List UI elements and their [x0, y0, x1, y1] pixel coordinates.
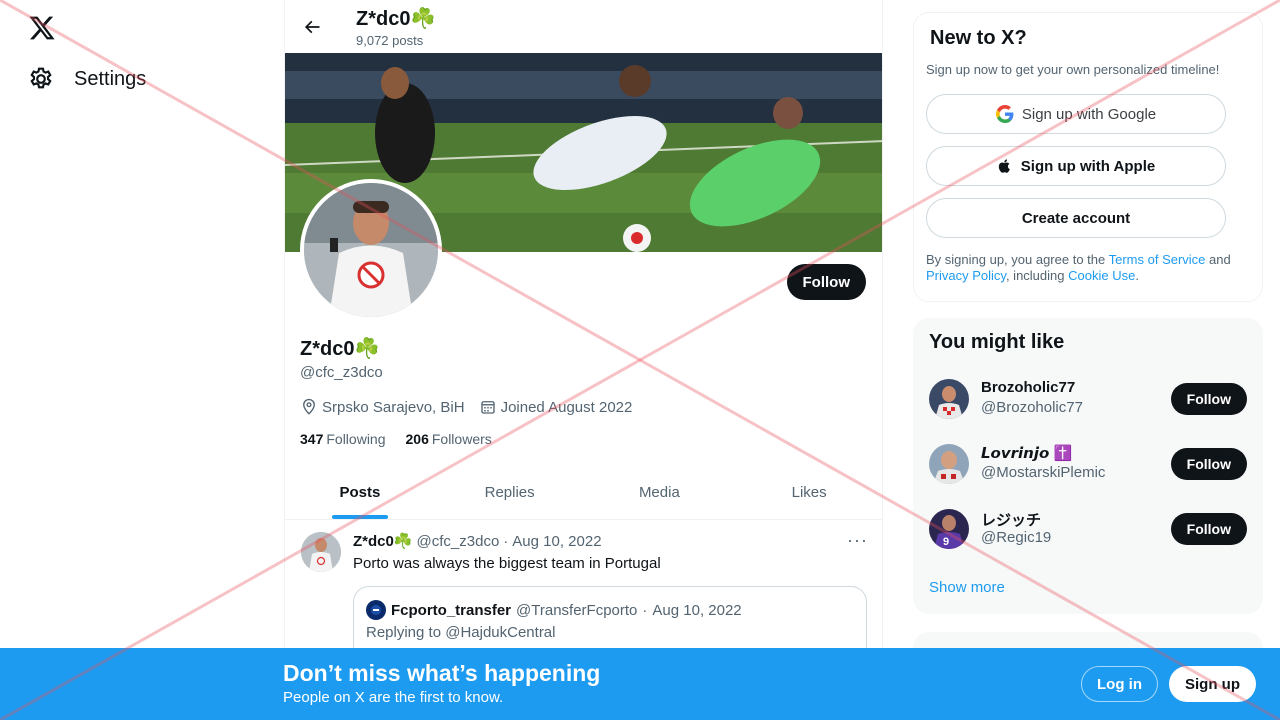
post-author-avatar[interactable] — [301, 532, 341, 572]
you-might-like-card: You might like Brozoholic77 @Brozoholic7… — [913, 318, 1263, 614]
quote-header: Fcporto_transfer @TransferFcporto · Aug … — [366, 600, 742, 620]
tab-posts[interactable]: Posts — [285, 466, 435, 519]
svg-text:9: 9 — [943, 536, 949, 548]
suggested-user[interactable]: 𝙇𝙤𝙫𝙧𝙞𝙣𝙟𝙤 ✝️ @MostarskiPlemic Follow — [913, 432, 1263, 497]
suggested-follow-button[interactable]: Follow — [1170, 448, 1247, 480]
legal-prefix: By signing up, you agree to the — [926, 252, 1109, 267]
tab-likes[interactable]: Likes — [734, 466, 882, 519]
profile-name: Z*dc0☘️ — [300, 338, 380, 360]
location-pin-icon — [303, 398, 315, 415]
suggested-avatar-photo — [929, 444, 969, 484]
profile-header-bar: Z*dc0☘️ 9,072 posts — [285, 0, 882, 53]
suggested-user[interactable]: 9 レジッチ @Regic19 Follow — [913, 497, 1263, 562]
legal-and: and — [1205, 252, 1231, 267]
suggested-user-avatar[interactable] — [929, 444, 969, 484]
following-link[interactable]: 347 Following — [300, 431, 386, 447]
terms-link[interactable]: Terms of Service — [1109, 252, 1206, 267]
create-account-button[interactable]: Create account — [926, 198, 1226, 238]
suggested-user-name: レジッチ — [981, 512, 1042, 529]
legal-including: , including — [1005, 268, 1069, 283]
following-label: Following — [326, 431, 386, 447]
post-date[interactable]: Aug 10, 2022 — [512, 533, 601, 550]
nav-settings[interactable]: Settings — [28, 66, 146, 92]
profile-location: Srpsko Sarajevo, BiH — [300, 398, 465, 416]
profile-handle: @cfc_z3dco — [300, 364, 383, 381]
signup-legal-text: By signing up, you agree to the Terms of… — [926, 252, 1256, 284]
signup-google-label: Sign up with Google — [1021, 105, 1157, 123]
bottom-signup-bar: Don’t miss what’s happening People on X … — [0, 648, 1280, 720]
legal-end: . — [1135, 268, 1139, 283]
signup-google-button[interactable]: Sign up with Google — [926, 94, 1226, 134]
google-icon — [995, 105, 1014, 123]
quote-separator: · — [642, 601, 648, 619]
cookie-link[interactable]: Cookie Use — [1068, 268, 1135, 283]
quote-author-name: Fcporto_transfer — [391, 601, 512, 619]
bottom-bar-subtitle: People on X are the first to know. — [283, 689, 504, 706]
profile-joined: Joined August 2022 — [479, 398, 633, 416]
suggested-user-handle: @Regic19 — [981, 529, 1052, 546]
following-count: 347 — [300, 431, 324, 447]
quote-author-handle: @TransferFcporto — [516, 601, 638, 619]
profile-meta: Srpsko Sarajevo, BiH Joined August 2022 — [300, 398, 632, 416]
signup-apple-button[interactable]: Sign up with Apple — [926, 146, 1226, 186]
nav-settings-label: Settings — [74, 67, 147, 90]
quote-author-avatar — [366, 600, 386, 620]
profile-tabs: Posts Replies Media Likes — [285, 466, 882, 520]
gear-icon — [30, 67, 52, 89]
calendar-icon — [480, 401, 495, 414]
quote-date: Aug 10, 2022 — [652, 601, 742, 619]
followers-link[interactable]: 206 Followers — [406, 431, 492, 447]
suggested-follow-button[interactable]: Follow — [1170, 383, 1247, 415]
signup-card: New to X? Sign up now to get your own pe… — [913, 12, 1263, 302]
post-header: Z*dc0☘️ @cfc_z3dco · Aug 10, 2022 — [353, 532, 602, 551]
profile-avatar[interactable] — [300, 179, 442, 321]
post-avatar-photo — [301, 532, 341, 572]
you-might-like-title: You might like — [929, 331, 1065, 353]
suggested-follow-button[interactable]: Follow — [1170, 513, 1247, 545]
followers-label: Followers — [431, 431, 492, 447]
follow-button[interactable]: Follow — [786, 264, 866, 300]
suggested-user-avatar[interactable]: 9 — [929, 509, 969, 549]
avatar-photo — [304, 183, 438, 317]
left-navigation: Settings — [0, 0, 284, 720]
arrow-left-icon — [304, 20, 320, 34]
followers-count: 206 — [405, 431, 429, 447]
post-text: Porto was always the biggest team in Por… — [353, 555, 661, 572]
back-button[interactable] — [299, 14, 325, 40]
more-options-icon[interactable]: ··· — [847, 530, 868, 551]
quote-replying-to: Replying to @HajdukCentral — [366, 624, 556, 641]
suggested-user-name: 𝙇𝙤𝙫𝙧𝙞𝙣𝙟𝙤 ✝️ — [981, 445, 1073, 462]
suggested-user-avatar[interactable] — [929, 379, 969, 419]
suggested-user-handle: @Brozoholic77 — [981, 399, 1083, 416]
suggested-user[interactable]: Brozoholic77 @Brozoholic77 Follow — [913, 367, 1263, 432]
tab-media[interactable]: Media — [585, 466, 735, 519]
tab-replies[interactable]: Replies — [435, 466, 585, 519]
suggested-user-handle: @MostarskiPlemic — [981, 464, 1106, 481]
suggested-user-name: Brozoholic77 — [981, 379, 1076, 396]
x-logo-icon[interactable] — [28, 14, 56, 42]
suggested-avatar-photo: 9 — [929, 509, 969, 549]
apple-icon — [998, 159, 1010, 173]
post-separator: · — [503, 532, 509, 550]
post-author-name[interactable]: Z*dc0☘️ — [353, 532, 413, 550]
profile-column: Z*dc0☘️ 9,072 posts Follow Z*dc0☘️ @cfc_… — [284, 0, 883, 720]
signup-button[interactable]: Sign up — [1169, 666, 1256, 702]
follow-stats: 347 Following 206 Followers — [300, 431, 492, 447]
suggested-avatar-photo — [929, 379, 969, 419]
show-more-link[interactable]: Show more — [929, 579, 1005, 596]
signup-card-subtitle: Sign up now to get your own personalized… — [926, 62, 1220, 77]
joined-text: Joined August 2022 — [500, 398, 633, 416]
header-profile-name: Z*dc0☘️ — [356, 8, 436, 30]
bottom-bar-title: Don’t miss what’s happening — [283, 660, 601, 686]
signup-apple-label: Sign up with Apple — [1020, 157, 1156, 175]
location-text: Srpsko Sarajevo, BiH — [322, 398, 465, 416]
header-posts-count: 9,072 posts — [356, 33, 424, 48]
fc-porto-crest-icon — [371, 605, 381, 615]
login-button[interactable]: Log in — [1081, 666, 1158, 702]
post-author-handle[interactable]: @cfc_z3dco — [417, 533, 500, 550]
signup-card-title: New to X? — [930, 27, 1027, 49]
privacy-link[interactable]: Privacy Policy — [926, 268, 1006, 283]
